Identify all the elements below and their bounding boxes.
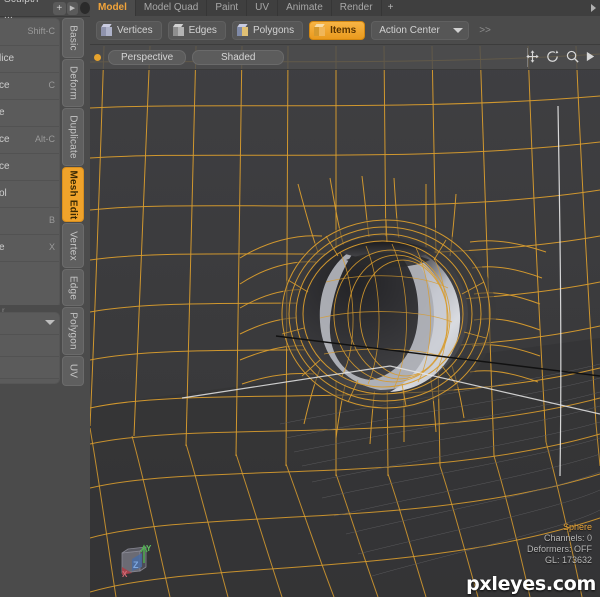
sidebar-item-polygon[interactable]: Polygon (62, 307, 84, 355)
tab-animate[interactable]: Animate (278, 0, 332, 16)
left-panel: Sculpt/P ... + ▶ Shift-C lice ce C e (0, 0, 91, 597)
tool-options-panel (0, 312, 60, 384)
vertical-tab-strip: Basic Deform Duplicate Mesh Edit Vertex … (62, 18, 86, 386)
tool-row[interactable]: ce (0, 154, 59, 181)
zoom-icon[interactable] (565, 49, 580, 64)
status-gl: GL: 173632 (544, 555, 592, 565)
sidebar-item-vertex[interactable]: Vertex (62, 223, 84, 268)
viewport-render (90, 46, 600, 597)
tool-shortcut: X (48, 242, 55, 252)
tool-panel-divider (0, 305, 60, 312)
viewport-menu-dot-icon[interactable] (94, 54, 101, 61)
tool-label: ol (0, 188, 7, 199)
sidebar-item-basic[interactable]: Basic (62, 18, 84, 58)
vtab-label: Basic (67, 25, 79, 51)
tool-label: ce (0, 134, 10, 145)
tab-model-quad[interactable]: Model Quad (136, 0, 208, 16)
vtab-label: Duplicate (67, 115, 79, 159)
viewport-header: Perspective Shaded (90, 46, 600, 70)
3d-viewport[interactable]: Perspective Shaded Sphere Channels: 0 De… (90, 46, 600, 597)
tool-label: e (0, 242, 5, 253)
tool-option-row[interactable] (0, 313, 59, 335)
vtab-label: Deform (67, 66, 79, 100)
polygons-mode-button[interactable]: Polygons (231, 20, 304, 40)
gizmo-x-label: X (122, 570, 128, 579)
vtab-label: Edge (67, 275, 79, 300)
tool-label: e (0, 107, 5, 118)
action-center-label: Action Center (379, 24, 440, 36)
tool-row[interactable]: B (0, 208, 59, 235)
vtab-label: Vertex (67, 230, 79, 261)
toolbar-more-button[interactable]: >> (475, 22, 495, 39)
tool-row[interactable]: lice (0, 46, 59, 73)
tool-label: ce (0, 161, 10, 172)
button-label: Polygons (252, 24, 295, 36)
tool-row[interactable]: e X (0, 235, 59, 262)
selection-mode-toolbar: Vertices Edges Polygons Items Action Cen… (90, 16, 600, 45)
vtab-label: UV (67, 363, 79, 379)
add-tab-button[interactable]: + (52, 1, 66, 15)
layout-tab-bar: Model Model Quad Paint UV Animate Render… (90, 0, 600, 16)
cube-item-icon (313, 23, 326, 37)
tool-row[interactable]: ce Alt-C (0, 127, 59, 154)
button-label: Edges (188, 24, 217, 36)
edges-mode-button[interactable]: Edges (167, 20, 226, 40)
chevron-down-icon (453, 27, 464, 33)
tab-uv[interactable]: UV (247, 0, 279, 16)
tab-next-arrow-icon[interactable]: ▶ (66, 1, 78, 15)
add-layout-tab-button[interactable]: + (382, 0, 400, 16)
tool-row[interactable]: ol (0, 181, 59, 208)
items-mode-button[interactable]: Items (309, 20, 366, 40)
play-icon[interactable] (585, 50, 596, 63)
vtab-label: Mesh Edit (67, 169, 79, 220)
viewport-status-readout: Sphere Channels: 0 Deformers: OFF GL: 17… (527, 522, 592, 566)
button-label: Items (330, 24, 357, 36)
cube-poly-icon (236, 23, 249, 37)
tab-model[interactable]: Model (90, 0, 136, 16)
tool-list-panel: Shift-C lice ce C e ce Alt-C ce (0, 18, 60, 308)
sidebar-item-deform[interactable]: Deform (62, 59, 84, 107)
tool-label: ce (0, 80, 10, 91)
rotate-icon[interactable] (545, 49, 560, 64)
sidebar-item-edge[interactable]: Edge (62, 269, 84, 306)
tool-row[interactable]: e (0, 100, 59, 127)
tool-option-row[interactable] (0, 335, 59, 357)
watermark: pxleyes.com (466, 573, 596, 595)
pan-icon[interactable] (525, 49, 540, 64)
tab-render[interactable]: Render (332, 0, 382, 16)
tool-shortcut: Alt-C (35, 134, 55, 144)
sidebar-item-mesh-edit[interactable]: Mesh Edit (62, 167, 84, 222)
cube-edge-icon (172, 23, 185, 37)
modo-window: Sculpt/P ... + ▶ Shift-C lice ce C e (0, 0, 600, 597)
main-area: Model Model Quad Paint UV Animate Render… (90, 0, 600, 597)
action-center-dropdown[interactable]: Action Center (371, 20, 470, 40)
vertices-mode-button[interactable]: Vertices (96, 20, 162, 40)
tool-row[interactable]: Shift-C (0, 19, 59, 46)
tool-option-row[interactable] (0, 357, 59, 379)
sidebar-item-uv[interactable]: UV (62, 356, 84, 386)
status-deformers: Deformers: OFF (526, 544, 592, 554)
tool-label: lice (0, 53, 15, 64)
status-channels: Channels: 0 (543, 533, 592, 543)
viewport-view-dropdown[interactable]: Perspective (108, 50, 187, 65)
tab-overflow-arrow-icon[interactable] (591, 4, 596, 12)
tab-menu-dot-icon[interactable] (79, 2, 91, 14)
sidebar-item-duplicate[interactable]: Duplicate (62, 108, 84, 166)
tool-row[interactable]: ce C (0, 73, 59, 100)
button-label: Vertices (117, 24, 153, 36)
left-tab-strip: Sculpt/P ... + ▶ (0, 0, 91, 21)
gizmo-y-label: Y (146, 544, 152, 553)
tool-shortcut: Shift-C (27, 26, 55, 36)
cube-icon (100, 23, 113, 37)
viewport-nav-controls (525, 49, 596, 64)
tool-shortcut: C (48, 80, 56, 90)
viewport-shading-dropdown[interactable]: Shaded (192, 50, 285, 65)
chevron-down-icon[interactable] (45, 320, 55, 325)
status-object-name: Sphere (562, 522, 592, 532)
gizmo-z-label: Z (133, 560, 139, 570)
axis-gizmo: Z X Y (121, 544, 152, 579)
tab-paint[interactable]: Paint (207, 0, 248, 16)
vtab-label: Polygon (67, 312, 79, 350)
tool-shortcut: B (48, 215, 55, 225)
